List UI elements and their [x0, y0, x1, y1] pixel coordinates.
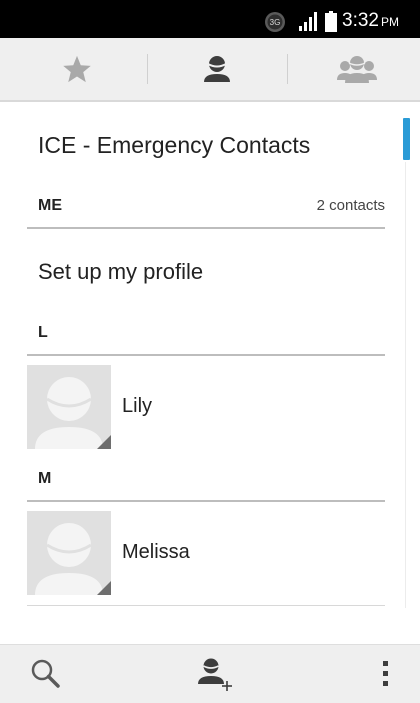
tab-groups[interactable]: [287, 38, 420, 100]
section-header-l: L: [27, 324, 385, 356]
contact-item-melissa[interactable]: Melissa: [27, 511, 385, 597]
default-avatar-icon: [27, 365, 111, 449]
star-icon: [63, 55, 91, 83]
section-header-m: M: [27, 470, 385, 502]
avatar[interactable]: [27, 365, 111, 449]
scrollbar-track: [405, 162, 406, 608]
contact-name: Melissa: [122, 541, 190, 563]
scrollbar-thumb[interactable]: [403, 118, 410, 160]
contact-item-lily[interactable]: Lily: [27, 365, 385, 451]
set-up-profile-item[interactable]: Set up my profile: [38, 259, 203, 285]
status-time-ampm: PM: [380, 15, 399, 29]
group-icon: [337, 56, 377, 83]
tab-contacts[interactable]: [147, 38, 287, 100]
list-divider: [27, 605, 385, 606]
section-letter: M: [38, 470, 52, 487]
tab-favorites[interactable]: [7, 38, 147, 100]
status-time-value: 3:32: [342, 10, 379, 31]
person-icon: [204, 56, 230, 82]
avatar[interactable]: [27, 511, 111, 595]
bottom-action-bar: [0, 644, 420, 703]
search-button[interactable]: [20, 645, 72, 703]
contact-list[interactable]: ICE - Emergency Contacts ME 2 contacts S…: [0, 102, 420, 644]
signal-strength-icon: [299, 12, 317, 31]
contact-name: Lily: [122, 395, 153, 417]
section-letter: ME: [38, 197, 62, 214]
add-contact-button[interactable]: [188, 645, 240, 703]
add-contact-icon: [198, 658, 232, 691]
section-letter: L: [38, 324, 48, 341]
overflow-menu-button[interactable]: [370, 645, 400, 703]
overflow-menu-icon: [383, 661, 388, 686]
status-bar: 3G 3:32 PM: [0, 0, 420, 38]
section-header-me: ME 2 contacts: [27, 197, 385, 229]
network-3g-icon: 3G: [265, 12, 285, 32]
network-label: 3G: [270, 18, 281, 27]
status-time: 3:32 PM: [342, 10, 399, 32]
battery-icon: [325, 11, 337, 32]
search-icon: [31, 659, 60, 688]
contact-count: 2 contacts: [316, 197, 385, 214]
ice-emergency-contacts[interactable]: ICE - Emergency Contacts: [38, 132, 310, 159]
default-avatar-icon: [27, 511, 111, 595]
contacts-tab-bar: [0, 38, 420, 102]
